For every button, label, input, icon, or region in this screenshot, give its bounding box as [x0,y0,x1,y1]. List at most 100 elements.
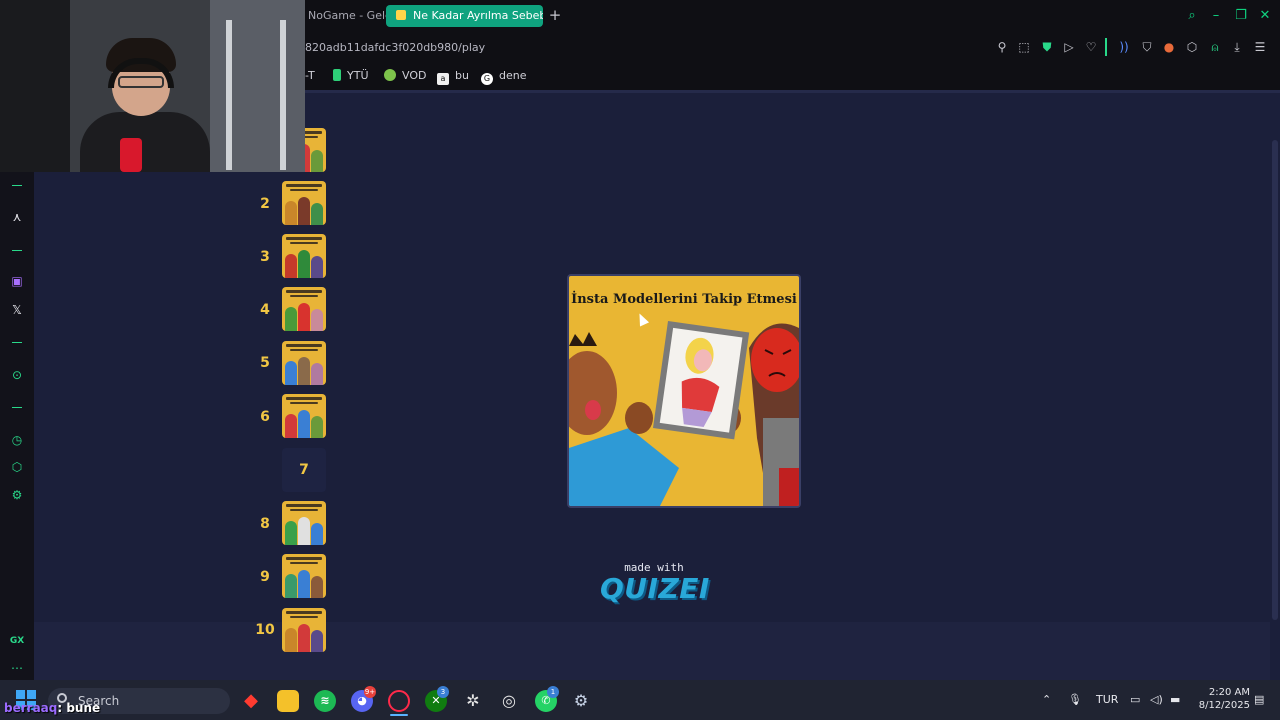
tray-chevron-up-icon[interactable]: ⌃ [1042,693,1051,706]
quiz-thumb-9[interactable] [282,554,326,598]
restore-button[interactable]: ❐ [1231,6,1251,26]
more-dots-icon[interactable]: ⋯ [8,659,26,677]
extension-orange-icon[interactable]: ● [1161,39,1177,55]
webcam-ladder [226,20,286,170]
player-icon[interactable]: ▷ [1061,39,1077,55]
extension-wave-icon[interactable]: )) [1116,39,1132,55]
thumb-figure [311,256,323,278]
quiz-thumb-2[interactable] [282,181,326,225]
settings-gear-icon[interactable]: ⚙ [8,486,26,504]
thumb-subtitle-line [290,616,318,618]
thumb-figure [285,201,297,225]
url-field[interactable]: 820adb11dafdc3f020db980/play [305,41,485,54]
amazon-icon: a [437,73,449,85]
close-window-button[interactable]: ✕ [1255,6,1275,26]
quiz-thumb-5[interactable] [282,341,326,385]
toolbar-divider [1105,38,1107,56]
quiz-number-9: 9 [260,569,270,585]
xbox-badge: 3 [437,686,449,698]
quiz-number-5: 5 [260,355,270,371]
snapshot-icon[interactable]: ⬚ [1016,39,1032,55]
heart-icon[interactable]: ♡ [1083,39,1099,55]
adblock-shield-icon[interactable]: ⛊ [1039,39,1055,55]
display-tray-icon[interactable]: ▭ [1130,693,1140,706]
volume-icon[interactable]: ◁) [1150,693,1163,706]
thumb-figure [311,523,323,545]
bookmark-vod-label: VOD [402,69,427,82]
opera-gx-icon[interactable] [388,690,410,712]
quiz-card[interactable]: İnsta Modellerini Takip Etmesi [567,274,801,508]
thumb-title-lines [286,344,322,347]
thumb-figure [285,361,297,385]
extensions-puzzle-icon[interactable]: ⬡ [1184,39,1200,55]
twitch-icon[interactable]: ▣ [8,272,26,290]
gx-logo-icon[interactable]: GX [8,632,26,650]
file-explorer-icon[interactable] [277,690,299,712]
webcam-overlay [0,0,305,172]
steam-icon[interactable]: ⚙ [570,690,592,712]
thumb-figure [298,303,310,331]
microphone [120,138,142,172]
thumb-figure [285,521,297,545]
quiz-thumb-10[interactable] [282,608,326,652]
quiz-thumb-8[interactable] [282,501,326,545]
minimize-button[interactable]: – [1206,6,1226,26]
language-indicator[interactable]: TUR [1096,693,1118,706]
thumb-title-lines [286,557,322,560]
streamer-body [80,112,210,172]
notification-icon[interactable]: ▤ [1254,693,1264,706]
microphone-tray-icon[interactable]: 🎙 [1068,693,1082,706]
win-pane [16,690,25,699]
thumb-figure [311,630,323,652]
thumb-figure [285,254,297,278]
stream-chat-overlay: berraaq: bune [4,701,101,715]
quiz-number-6: 6 [260,409,270,425]
thumb-figure [311,203,323,225]
new-tab-button[interactable]: + [546,6,564,24]
bookmark-ytu[interactable]: YTÜ [333,68,369,84]
extensions-sidebar-icon[interactable]: ⬡ [8,458,26,476]
bookmark-t[interactable]: -T [305,68,315,84]
card-illustration [569,321,799,506]
extension-shield-icon[interactable]: ⛉ [1139,39,1155,55]
spotify-icon[interactable]: ≋ [314,690,336,712]
bookmark-bu[interactable]: a bu [437,68,469,85]
thumb-subtitle-line [290,562,318,564]
x-twitter-icon[interactable]: 𝕏 [8,301,26,319]
thumb-figure [298,357,310,385]
quiz-thumb-4[interactable] [282,287,326,331]
quiz-thumb-3[interactable] [282,234,326,278]
thumb-figure [311,363,323,385]
bookmark-vod[interactable]: VOD [384,68,426,84]
sidebar-divider [12,185,22,186]
tab-nogame[interactable]: NoGame - Gele [298,5,400,27]
profile-icon[interactable]: ⍝ [1207,39,1223,55]
thumb-subtitle-line [290,349,318,351]
battery-icon[interactable]: ▬ [1170,693,1180,706]
page-top-divider [305,90,1280,93]
steelseries-icon[interactable]: ✲ [462,690,484,712]
quizei-logo[interactable]: QUIZEI [600,572,709,605]
tab-quiz[interactable]: Ne Kadar Ayrılma Sebebi? [386,5,543,27]
bookmark-dene[interactable]: Gdene [481,68,527,85]
thumb-title-lines [286,504,322,507]
page-scrollbar[interactable] [1272,140,1278,620]
left-man-head [569,351,617,435]
history-icon[interactable]: ◷ [8,431,26,449]
obs-icon[interactable]: ◎ [498,690,520,712]
download-icon[interactable]: ⤓ [1229,39,1245,55]
aria-icon[interactable]: ⋏ [8,208,26,226]
quiz-thumb-6[interactable] [282,394,326,438]
quiz-number-7-current[interactable]: 7 [282,448,326,492]
thumb-title-lines [286,611,322,614]
search-tabs-icon[interactable]: ⌕ [1182,6,1202,26]
thumb-title-lines [286,290,322,293]
taskbar-clock[interactable]: 2:20 AM 8/12/2025 [1186,686,1250,712]
pin-icon[interactable]: ⚲ [994,39,1010,55]
thumb-figure [285,628,297,652]
chat-username: berraaq [4,701,58,715]
menu-icon[interactable]: ☰ [1252,39,1268,55]
quiz-number-10: 10 [255,622,275,638]
app-red-diamond-icon[interactable]: ◆ [240,690,262,712]
player-circle-icon[interactable]: ⊙ [8,366,26,384]
